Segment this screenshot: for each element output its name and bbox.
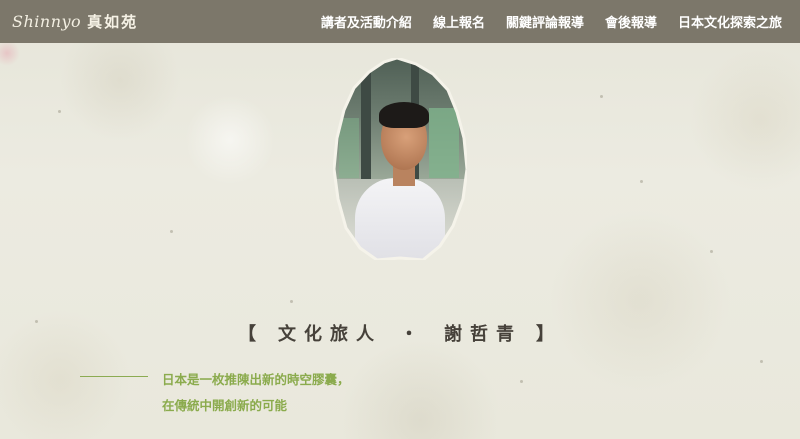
title-separator: ・ [400, 324, 426, 345]
speaker-name: 謝哲青 [444, 324, 522, 345]
logo-script-text: Shinnyo [12, 12, 82, 31]
site-header: Shinnyo 真如苑 講者及活動介紹 線上報名 關鍵評論報導 會後報導 日本文… [0, 0, 800, 43]
background-window [429, 108, 459, 178]
quote-line-2: 在傳統中開創新的可能 [162, 398, 288, 413]
quote-divider [80, 376, 148, 377]
speaker-role: 文化旅人 [278, 324, 382, 345]
site-logo[interactable]: Shinnyo 真如苑 [12, 11, 138, 32]
title-close-bracket: 】 [536, 324, 562, 345]
paper-speck [290, 300, 293, 303]
quote-line-1: 日本是一枚推陳出新的時空膠囊， [162, 372, 350, 387]
paper-speck [640, 180, 643, 183]
speaker-title: 【文化旅人・謝哲青】 [0, 320, 800, 346]
nav-item-post-event[interactable]: 會後報導 [605, 12, 657, 31]
speaker-quote: 日本是一枚推陳出新的時空膠囊， 在傳統中開創新的可能 [162, 367, 350, 419]
speaker-hair [379, 102, 429, 128]
nav-item-news-lens[interactable]: 關鍵評論報導 [506, 12, 584, 31]
nav-item-register[interactable]: 線上報名 [433, 12, 485, 31]
title-open-bracket: 【 [238, 324, 264, 345]
speaker-shirt [355, 178, 445, 260]
nav-item-japan-tour[interactable]: 日本文化探索之旅 [678, 12, 782, 31]
background-window [339, 118, 359, 178]
paper-speck [520, 380, 523, 383]
paper-speck [170, 230, 173, 233]
paper-speck [710, 250, 713, 253]
logo-cjk-text: 真如苑 [87, 13, 139, 31]
paper-speck [600, 95, 603, 98]
paper-speck [760, 360, 763, 363]
nav-item-speakers[interactable]: 講者及活動介紹 [321, 12, 412, 31]
main-nav: 講者及活動介紹 線上報名 關鍵評論報導 會後報導 日本文化探索之旅 [321, 12, 782, 31]
paper-speck [58, 110, 61, 113]
